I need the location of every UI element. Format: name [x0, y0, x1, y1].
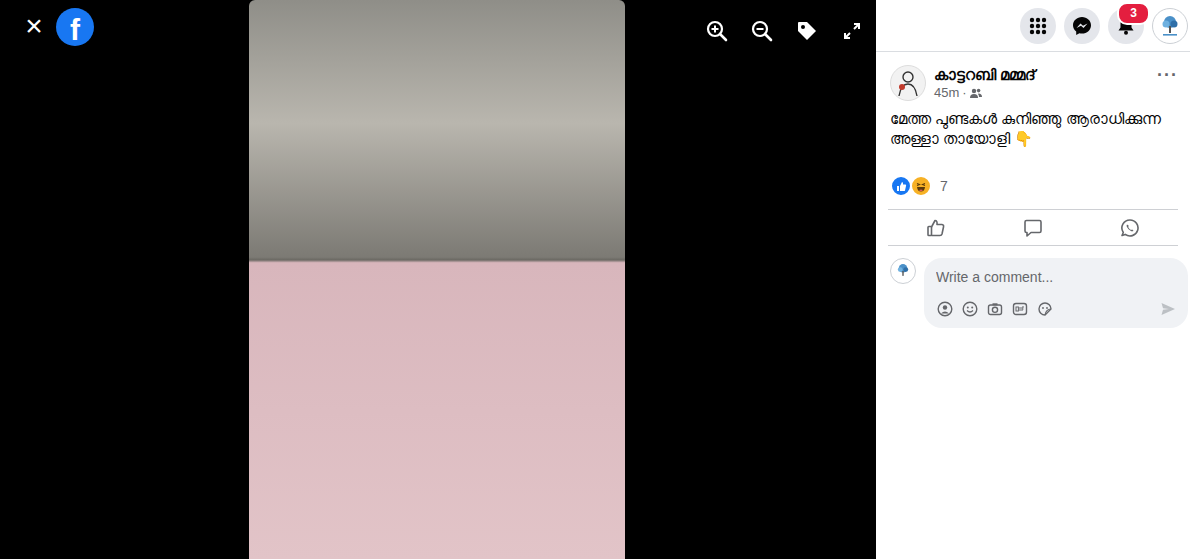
thumbs-up-icon [926, 218, 946, 238]
comment-input[interactable] [936, 265, 1176, 290]
photo-stage: × f [0, 0, 876, 559]
menu-icon[interactable] [1020, 8, 1056, 44]
close-button[interactable]: × [20, 8, 48, 44]
fullscreen-icon[interactable] [840, 17, 864, 45]
post-header: കാട്ടറബി മമ്മദ് 45m · ··· [876, 52, 1190, 101]
haha-reaction-icon [910, 175, 932, 197]
notifications-button[interactable]: 3 [1108, 8, 1144, 44]
camera-icon[interactable] [986, 300, 1003, 317]
author-name[interactable]: കാട്ടറബി മമ്മദ് [934, 65, 1145, 85]
avatar-sticker-icon[interactable] [936, 300, 953, 317]
comment-tools [936, 300, 1176, 317]
zoom-out-icon[interactable] [750, 17, 774, 45]
comment-composer [876, 246, 1190, 328]
notification-badge: 3 [1117, 2, 1150, 25]
sticker-icon[interactable] [1036, 300, 1053, 317]
emoji-icon[interactable] [961, 300, 978, 317]
zoom-in-icon[interactable] [705, 17, 729, 45]
photo-viewer: × f [0, 0, 1190, 559]
post-sidebar: 3 കാട്ടറബി മമ്മദ് 45m · ··· മേത്ത പുണ്ടക… [876, 0, 1190, 559]
whatsapp-share-button[interactable] [1081, 210, 1178, 245]
post-caption: മേത്ത പുണ്ടകൾ കുനിഞ്ഞു ആരാധിക്കുന്ന അള്ള… [876, 101, 1190, 149]
like-button[interactable] [888, 210, 985, 245]
facebook-logo[interactable]: f [56, 8, 94, 46]
comment-box [924, 258, 1188, 328]
commenter-avatar[interactable] [890, 258, 916, 284]
top-bar: 3 [876, 0, 1190, 52]
comment-button[interactable] [985, 210, 1082, 245]
meta-separator: · [962, 85, 966, 101]
friends-icon [970, 87, 982, 99]
like-reaction-icon [890, 175, 912, 197]
send-icon[interactable] [1159, 300, 1176, 317]
post-time[interactable]: 45m [934, 85, 959, 101]
whatsapp-icon [1120, 218, 1140, 238]
viewer-right-tools [625, 0, 878, 559]
account-icon[interactable] [1152, 8, 1188, 44]
post-actions [888, 209, 1178, 246]
gif-icon[interactable] [1011, 300, 1028, 317]
more-options-button[interactable]: ··· [1153, 65, 1182, 85]
post-meta: 45m · [934, 85, 1145, 101]
post-photo[interactable] [249, 0, 625, 559]
comment-icon [1023, 218, 1043, 238]
tag-icon[interactable] [795, 17, 819, 45]
messenger-icon[interactable] [1064, 8, 1100, 44]
reaction-summary[interactable]: 7 [876, 149, 1190, 197]
reaction-count[interactable]: 7 [940, 176, 948, 197]
author-avatar[interactable] [890, 65, 926, 101]
viewer-left-tools: × f [0, 0, 249, 559]
